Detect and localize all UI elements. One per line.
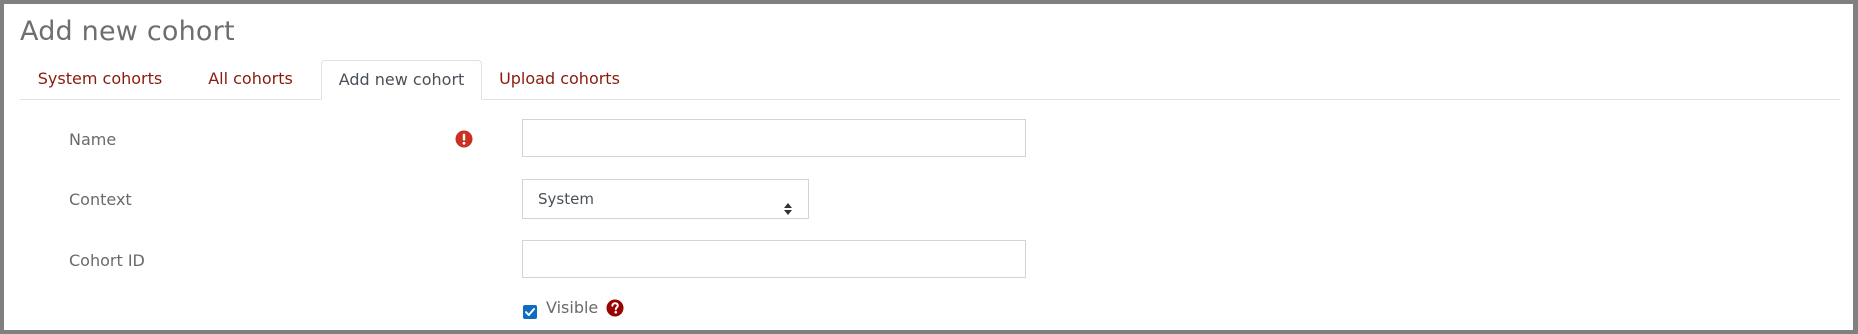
tab-system-cohorts[interactable]: System cohorts (20, 60, 180, 99)
window-frame (0, 0, 1858, 334)
sort-caret-icon (783, 192, 793, 215)
tab-upload-cohorts[interactable]: Upload cohorts (482, 60, 637, 99)
tab-add-new-cohort[interactable]: Add new cohort (321, 60, 482, 100)
tab-bar: System cohorts All cohorts Add new cohor… (20, 60, 1840, 100)
cohort-id-label: Cohort ID (69, 251, 145, 270)
name-field[interactable] (522, 119, 1026, 157)
visible-label: Visible (546, 298, 599, 317)
page-title: Add new cohort (20, 16, 235, 47)
name-label: Name (69, 130, 117, 149)
tab-all-cohorts[interactable]: All cohorts (180, 60, 321, 99)
cohort-id-field[interactable] (522, 240, 1026, 278)
visible-checkbox[interactable] (523, 305, 537, 319)
context-label: Context (69, 190, 132, 209)
context-select[interactable]: System (522, 179, 809, 219)
context-selected-value: System (538, 190, 594, 208)
exclamation-circle-icon (455, 130, 473, 148)
question-circle-icon[interactable] (606, 299, 624, 317)
